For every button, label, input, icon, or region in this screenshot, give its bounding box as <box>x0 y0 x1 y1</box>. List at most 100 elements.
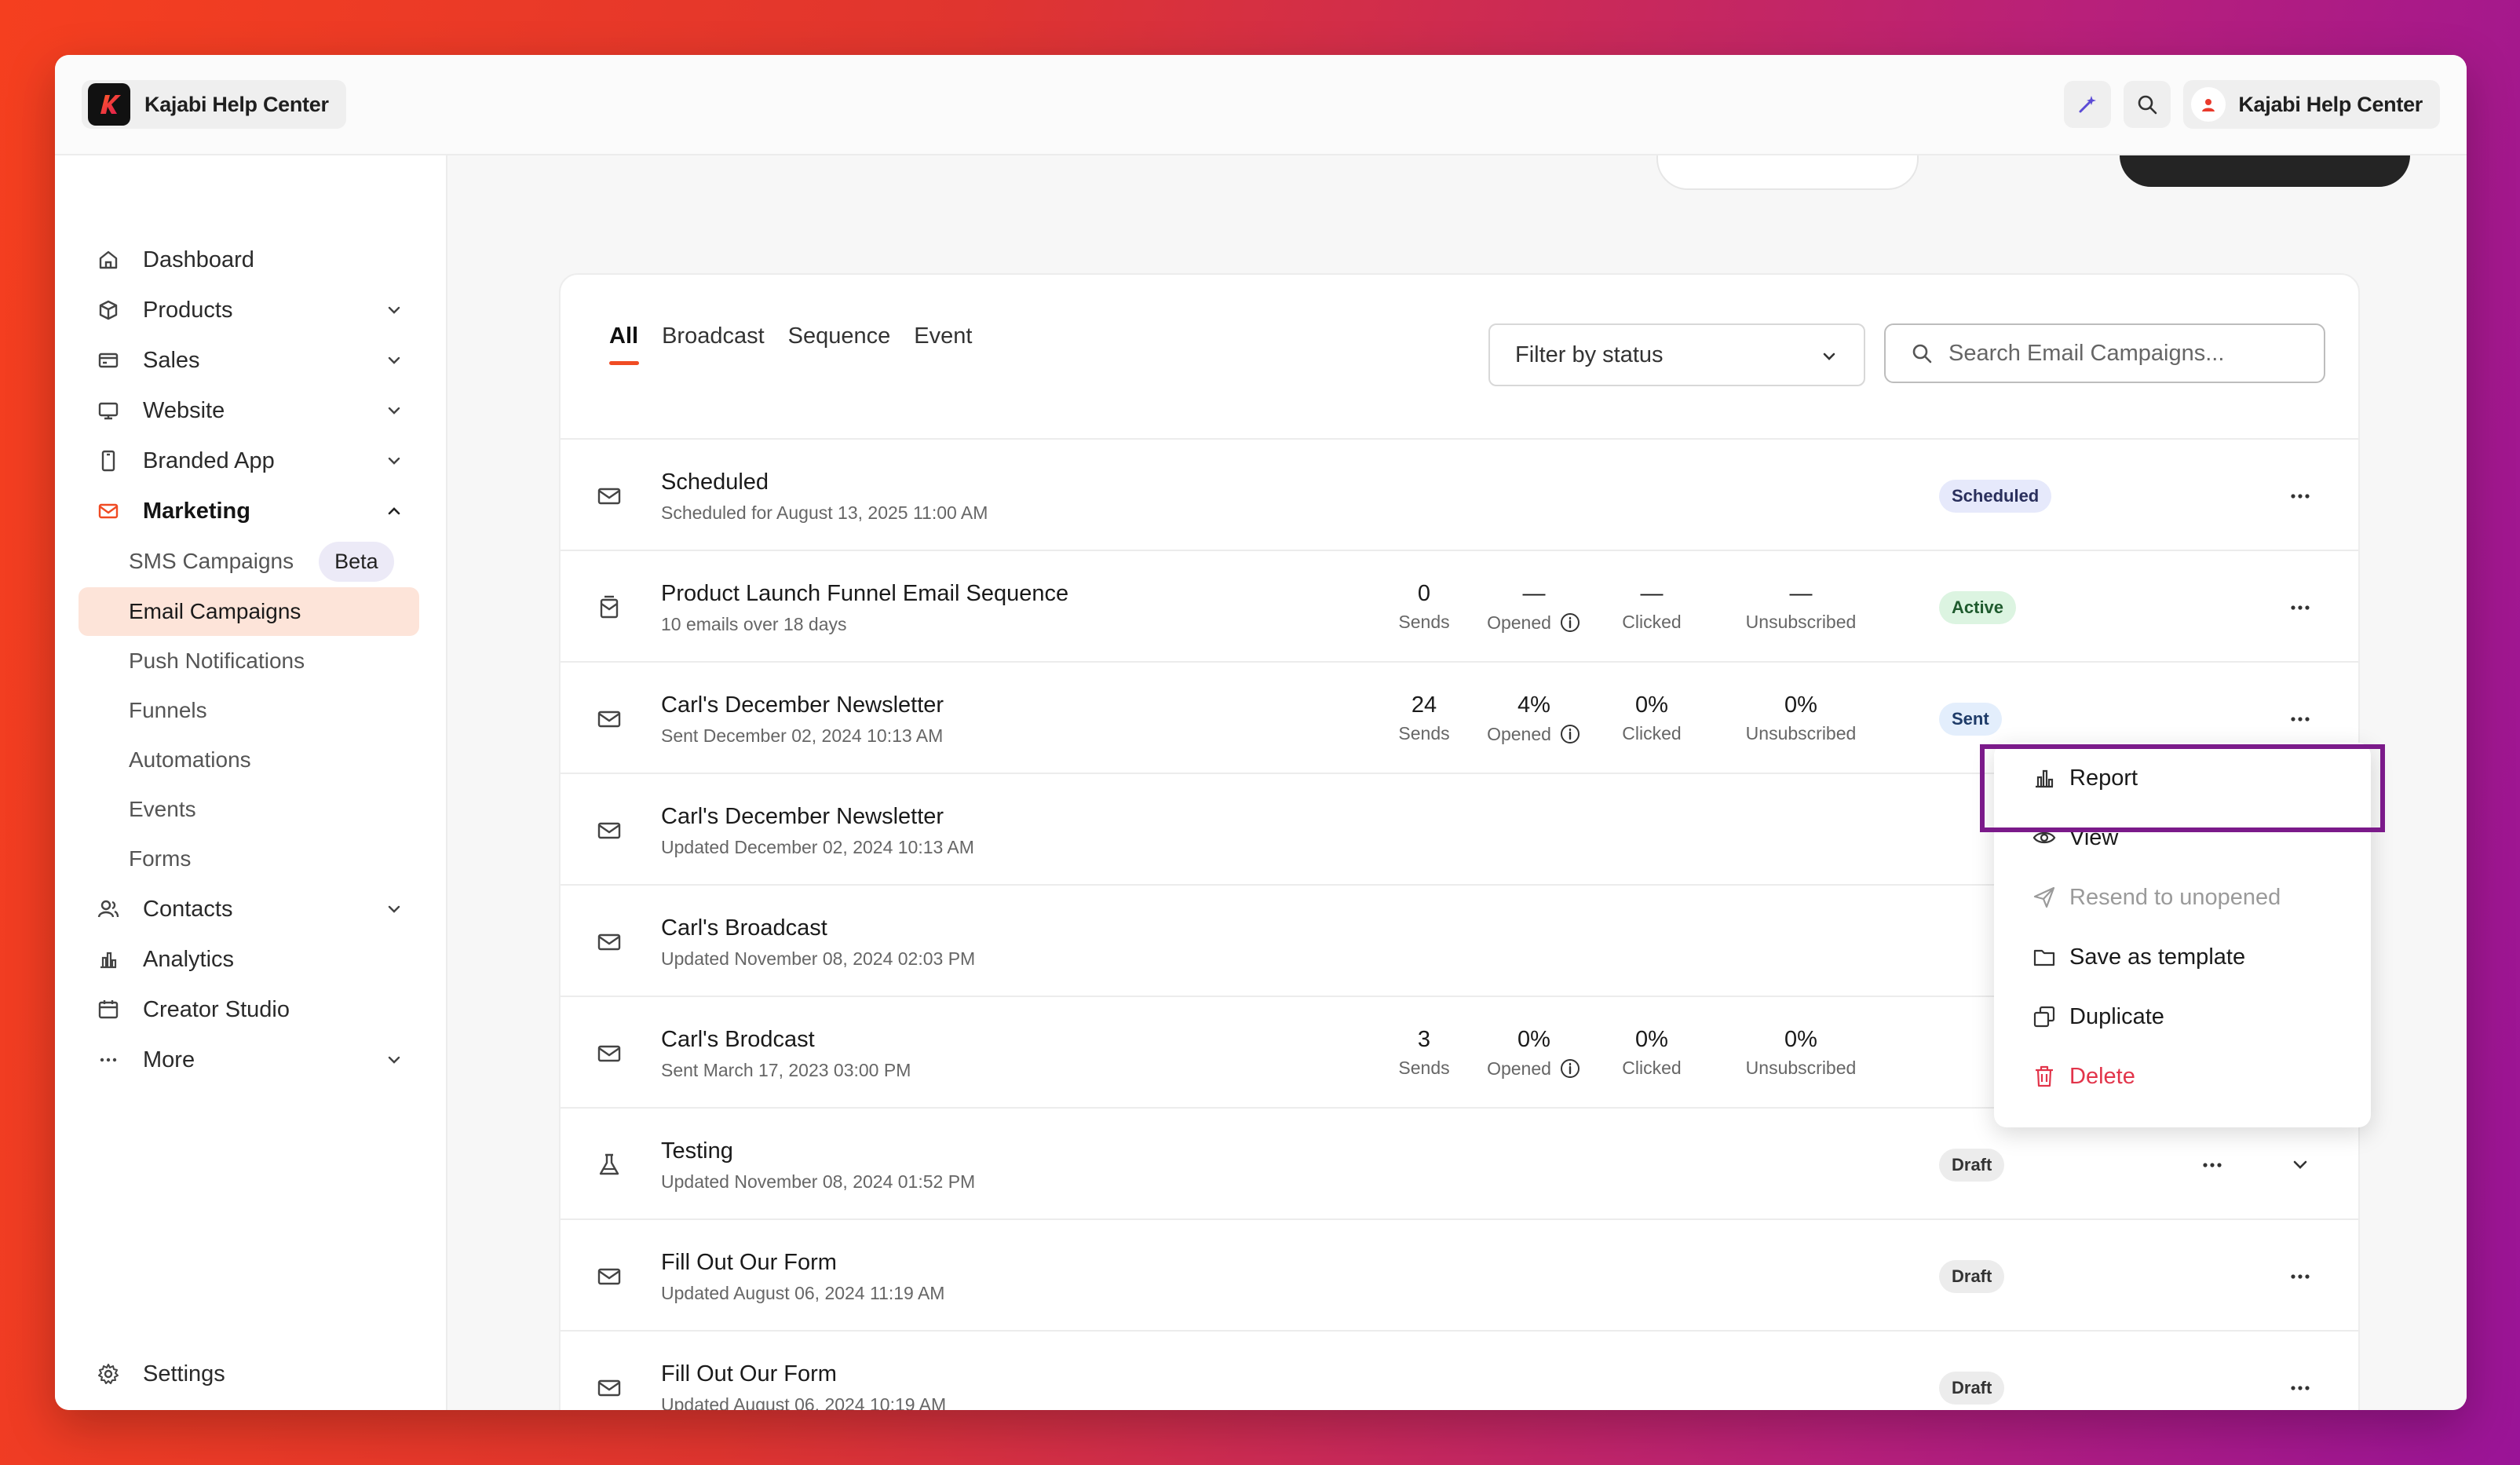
sidebar-item-funnels[interactable]: Funnels <box>79 686 419 735</box>
menu-item-delete[interactable]: Delete <box>1994 1049 2371 1104</box>
menu-item-duplicate[interactable]: Duplicate <box>1994 989 2371 1044</box>
more-horizontal-icon[interactable] <box>2288 1264 2313 1289</box>
stat-sends: 0 Sends <box>1398 581 1450 632</box>
mail-icon <box>597 822 621 839</box>
sidebar-item-label: Email Campaigns <box>129 599 301 623</box>
more-horizontal-icon[interactable] <box>2288 595 2313 620</box>
campaign-title[interactable]: Scheduled <box>661 469 769 495</box>
sidebar-item-events[interactable]: Events <box>79 785 419 834</box>
campaign-title[interactable]: Fill Out Our Form <box>661 1361 837 1387</box>
brand-switcher[interactable]: Kajabi Help Center <box>82 80 346 129</box>
campaign-subtitle: Sent December 02, 2024 10:13 AM <box>661 725 944 746</box>
sidebar-item-creator-studio[interactable]: Creator Studio <box>79 985 419 1034</box>
sidebar-item-label: Push Notifications <box>129 648 305 673</box>
menu-item-label: Save as template <box>2069 944 2246 970</box>
sidebar-item-more[interactable]: More <box>79 1036 419 1084</box>
sequence-mail-icon <box>600 595 619 619</box>
sidebar-item-analytics[interactable]: Analytics <box>79 935 419 984</box>
campaign-title[interactable]: Testing <box>661 1138 733 1164</box>
sidebar-item-settings[interactable]: Settings <box>79 1350 419 1398</box>
stat-unsubscribed: — Unsubscribed <box>1745 581 1857 632</box>
stat-unsubscribed: 0% Unsubscribed <box>1745 1027 1857 1078</box>
status-badge: Scheduled <box>1939 480 2052 513</box>
status-filter-select[interactable]: Filter by status <box>1488 323 1865 386</box>
sidebar-item-email-campaigns[interactable]: Email Campaigns <box>79 587 419 636</box>
campaign-subtitle: Updated December 02, 2024 10:13 AM <box>661 837 974 857</box>
chevron-down-icon <box>388 905 400 913</box>
campaign-subtitle: Updated November 08, 2024 01:52 PM <box>661 1171 976 1192</box>
sidebar-item-label: Events <box>129 797 196 821</box>
more-horizontal-icon[interactable] <box>2288 707 2313 732</box>
sidebar-item-forms[interactable]: Forms <box>79 835 419 883</box>
table-row[interactable]: Product Launch Funnel Email Sequence 10 … <box>561 550 2358 661</box>
campaign-subtitle: Updated August 06, 2024 11:19 AM <box>661 1283 945 1303</box>
mail-icon <box>597 488 621 505</box>
trash-icon <box>2032 1064 2057 1089</box>
table-row[interactable]: Fill Out Our Form Updated August 06, 202… <box>561 1330 2358 1410</box>
ai-assistant-button[interactable] <box>2064 81 2112 128</box>
sidebar-item-automations[interactable]: Automations <box>79 736 419 784</box>
more-horizontal-icon[interactable] <box>2288 1375 2313 1401</box>
mail-icon <box>94 497 122 525</box>
menu-item-label: Delete <box>2069 1063 2135 1089</box>
campaign-subtitle: Updated November 08, 2024 02:03 PM <box>661 948 976 969</box>
menu-item-save-as-template[interactable]: Save as template <box>1994 930 2371 985</box>
users-icon <box>94 895 122 923</box>
sidebar-item-contacts[interactable]: Contacts <box>79 885 419 933</box>
chevron-down-icon <box>1823 353 1835 360</box>
brand-name: Kajabi Help Center <box>144 92 329 116</box>
sidebar-item-dashboard[interactable]: Dashboard <box>79 236 419 284</box>
campaign-title[interactable]: Product Launch Funnel Email Sequence <box>661 581 1068 607</box>
status-badge: Draft <box>1939 1149 2005 1182</box>
sidebar-item-sms-campaigns[interactable]: SMS Campaigns Beta <box>79 537 419 586</box>
stat-clicked: 0% Clicked <box>1622 1027 1682 1078</box>
sidebar-item-label: Dashboard <box>143 247 254 272</box>
tab-event[interactable]: Event <box>914 323 972 365</box>
campaign-subtitle: 10 emails over 18 days <box>661 614 847 634</box>
search-input[interactable]: Search Email Campaigns... <box>1884 323 2325 383</box>
mail-icon <box>597 1379 621 1397</box>
campaign-title[interactable]: Carl's December Newsletter <box>661 804 944 830</box>
sidebar-item-sales[interactable]: Sales <box>79 336 419 385</box>
more-horizontal-icon[interactable] <box>2288 484 2313 509</box>
campaign-title[interactable]: Carl's Brodcast <box>661 1027 815 1053</box>
campaign-subtitle: Updated August 06, 2024 10:19 AM <box>661 1394 947 1410</box>
chevron-down-icon <box>388 306 400 314</box>
search-button[interactable] <box>2124 81 2171 128</box>
chevron-up-icon <box>388 507 400 515</box>
kajabi-logo-icon <box>88 83 130 126</box>
chevron-down-icon <box>388 356 400 364</box>
status-badge: Draft <box>1939 1260 2005 1293</box>
info-icon <box>1560 1059 1580 1078</box>
campaign-title[interactable]: Fill Out Our Form <box>661 1250 837 1276</box>
box-icon <box>94 296 122 324</box>
sidebar-item-label: More <box>143 1047 195 1072</box>
tab-sequence[interactable]: Sequence <box>788 323 891 365</box>
tab-broadcast[interactable]: Broadcast <box>662 323 765 365</box>
primary-header-button[interactable] <box>2120 155 2410 187</box>
account-menu[interactable]: Kajabi Help Center <box>2183 80 2440 129</box>
sidebar-item-label: Automations <box>129 747 251 772</box>
chevron-down-icon <box>388 1056 400 1064</box>
sidebar-item-website[interactable]: Website <box>79 386 419 435</box>
chevron-down-icon[interactable] <box>2288 1153 2313 1178</box>
stat-sends: 24 Sends <box>1398 692 1450 743</box>
sidebar-item-products[interactable]: Products <box>79 286 419 334</box>
stat-opened: 0% Opened <box>1471 1027 1597 1080</box>
menu-item-resend-to-unopened[interactable]: Resend to unopened <box>1994 870 2371 925</box>
sidebar-item-marketing[interactable]: Marketing <box>79 487 419 535</box>
table-row[interactable]: Scheduled Scheduled for August 13, 2025 … <box>561 438 2358 550</box>
tab-all[interactable]: All <box>609 323 640 365</box>
campaign-title[interactable]: Carl's Broadcast <box>661 915 827 941</box>
more-horizontal-icon[interactable] <box>2200 1153 2225 1178</box>
campaign-subtitle: Sent March 17, 2023 03:00 PM <box>661 1060 911 1080</box>
sidebar-item-push-notifications[interactable]: Push Notifications <box>79 637 419 685</box>
secondary-header-button[interactable] <box>1656 155 1919 190</box>
sidebar-item-label: Settings <box>143 1361 225 1386</box>
campaign-title[interactable]: Carl's December Newsletter <box>661 692 944 718</box>
beta-badge: Beta <box>319 541 394 582</box>
sidebar-item-branded-app[interactable]: Branded App <box>79 437 419 485</box>
folder-icon <box>2032 944 2057 970</box>
filter-label: Filter by status <box>1515 342 1664 367</box>
table-row[interactable]: Fill Out Our Form Updated August 06, 202… <box>561 1218 2358 1330</box>
